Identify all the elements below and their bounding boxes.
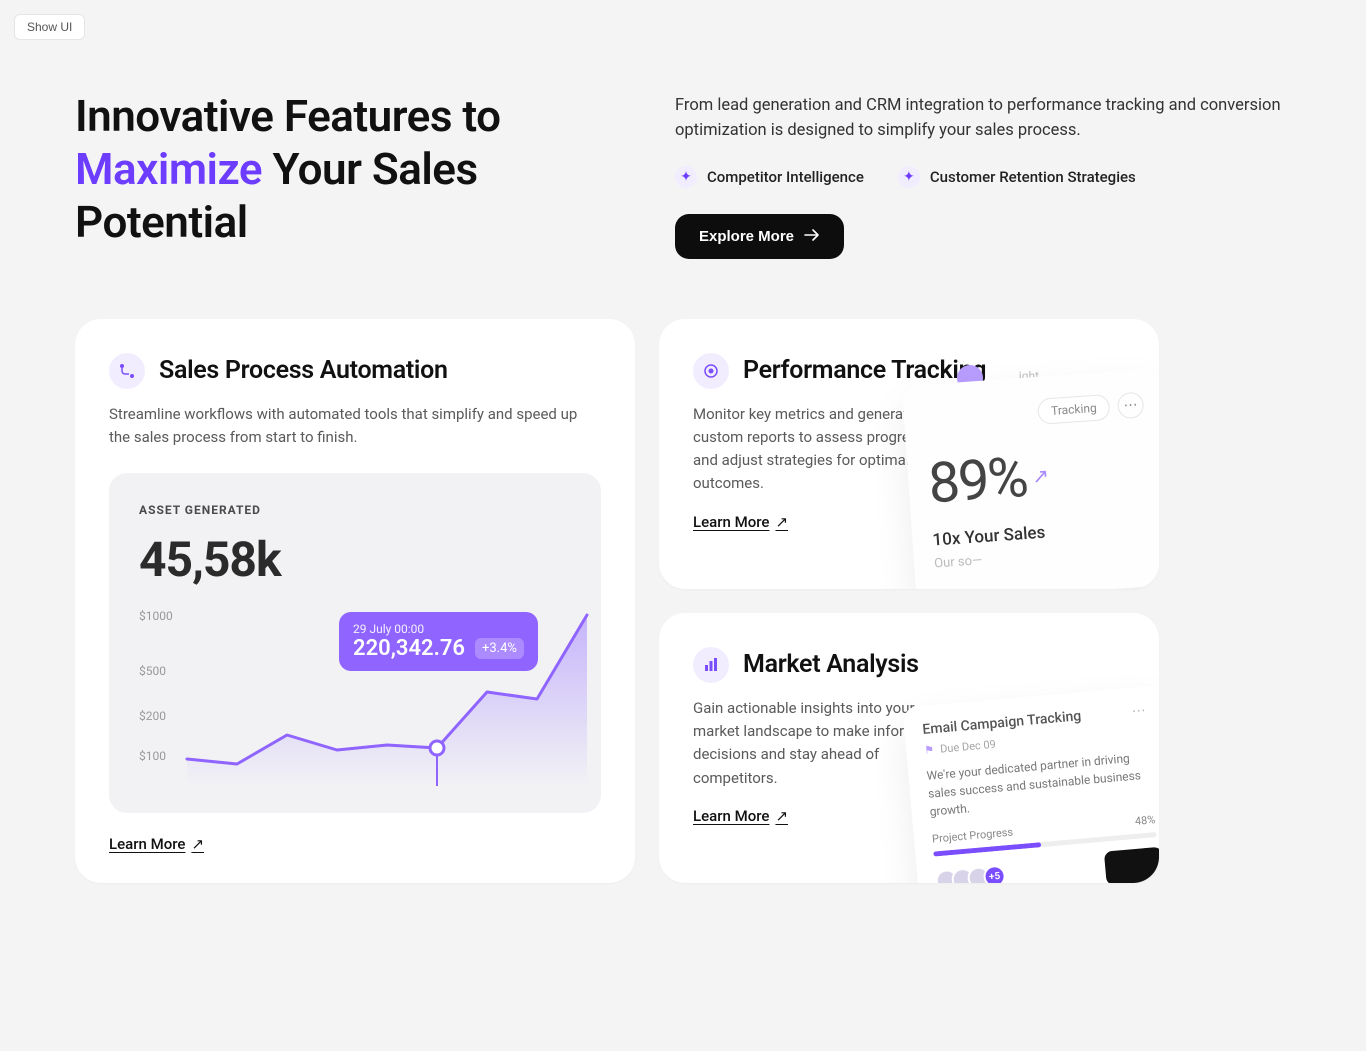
card-sales-automation: Sales Process Automation Streamline work…	[75, 319, 635, 884]
learn-more-label: Learn More	[109, 835, 185, 853]
campaign-track-card: Email Campaign Tracking ⋯ ⚑ Due Dec 09 W…	[903, 685, 1159, 883]
hero-badges: ✦ Competitor Intelligence ✦ Customer Ret…	[675, 166, 1291, 188]
progress-percent: 48%	[1134, 813, 1155, 828]
avatar-more[interactable]: +5	[983, 864, 1007, 883]
learn-more-label: Learn More	[693, 513, 769, 531]
arrow-up-right-icon: ↗	[191, 835, 204, 853]
learn-more-link[interactable]: Learn More ↗	[109, 835, 204, 853]
arrow-up-right-icon: ↗	[775, 513, 788, 531]
target-icon	[693, 353, 729, 389]
bar-chart-icon	[693, 647, 729, 683]
more-icon[interactable]: ⋯	[1117, 391, 1145, 419]
widget-label: ASSET GENERATED	[139, 503, 571, 517]
tooltip-date: 29 July 00:00	[353, 622, 524, 636]
percent-value: 89%	[926, 443, 1028, 516]
card-title: Performance Tracking	[743, 356, 986, 385]
card-title: Sales Process Automation	[159, 356, 448, 385]
progress-label: Project Progress	[932, 826, 1014, 846]
learn-more-link[interactable]: Learn More ↗	[693, 807, 788, 825]
sparkle-icon: ✦	[898, 166, 920, 188]
learn-more-link[interactable]: Learn More ↗	[693, 513, 788, 531]
hero-title-accent: Maximize	[75, 143, 262, 195]
badge-label: Competitor Intelligence	[707, 168, 864, 186]
asset-chart-widget: ASSET GENERATED 45,58k $1000 $500 $200 $…	[109, 473, 601, 813]
card-market-analysis: Market Analysis Gain actionable insights…	[659, 613, 1159, 883]
tooltip-value: 220,342.76	[353, 636, 465, 661]
tooltip-change: +3.4%	[475, 638, 524, 659]
arrow-up-right-icon: ↗	[775, 807, 788, 825]
badge-label: Customer Retention Strategies	[930, 168, 1136, 186]
explore-more-button[interactable]: Explore More	[675, 214, 844, 259]
y-tick: $100	[139, 749, 166, 763]
arrow-right-icon	[804, 228, 820, 245]
hero-title: Innovative Features to Maximize Your Sal…	[75, 90, 615, 248]
due-label: Due Dec 09	[940, 738, 997, 756]
progress-bar-fill	[933, 842, 1041, 856]
flow-icon	[109, 353, 145, 389]
dark-chip	[1104, 847, 1159, 883]
hero-subtitle: From lead generation and CRM integration…	[675, 94, 1291, 144]
y-tick: $1000	[139, 609, 173, 623]
chart-area: $1000 $500 $200 $100	[139, 606, 571, 786]
card-description: Streamline workflows with automated tool…	[109, 403, 589, 450]
track-body: We're your dedicated partner in driving …	[926, 747, 1154, 820]
flag-icon: ⚑	[924, 743, 935, 757]
hero-section: Innovative Features to Maximize Your Sal…	[75, 90, 1291, 259]
show-ui-button[interactable]: Show UI	[14, 14, 85, 40]
performance-percent: 89% ↗	[926, 435, 1150, 516]
more-icon[interactable]: ⋯	[1131, 703, 1146, 720]
performance-mini-card: Tracking ⋯ 89% ↗ 10x Your Sales Our so—	[902, 368, 1159, 589]
trend-up-icon: ↗	[1031, 463, 1047, 488]
learn-more-label: Learn More	[693, 807, 769, 825]
card-title: Market Analysis	[743, 650, 919, 679]
tracking-pill[interactable]: Tracking	[1037, 393, 1110, 424]
badge-customer-retention: ✦ Customer Retention Strategies	[898, 166, 1136, 188]
explore-label: Explore More	[699, 228, 794, 245]
y-tick: $500	[139, 664, 166, 678]
sparkle-icon: ✦	[675, 166, 697, 188]
badge-competitor-intelligence: ✦ Competitor Intelligence	[675, 166, 864, 188]
y-tick: $200	[139, 709, 166, 723]
hero-title-prefix: Innovative Features to	[75, 90, 501, 142]
card-performance-tracking: Performance Tracking Monitor key metrics…	[659, 319, 1159, 589]
chart-tooltip: 29 July 00:00 220,342.76 +3.4%	[339, 612, 538, 671]
widget-value: 45,58k	[139, 531, 571, 588]
